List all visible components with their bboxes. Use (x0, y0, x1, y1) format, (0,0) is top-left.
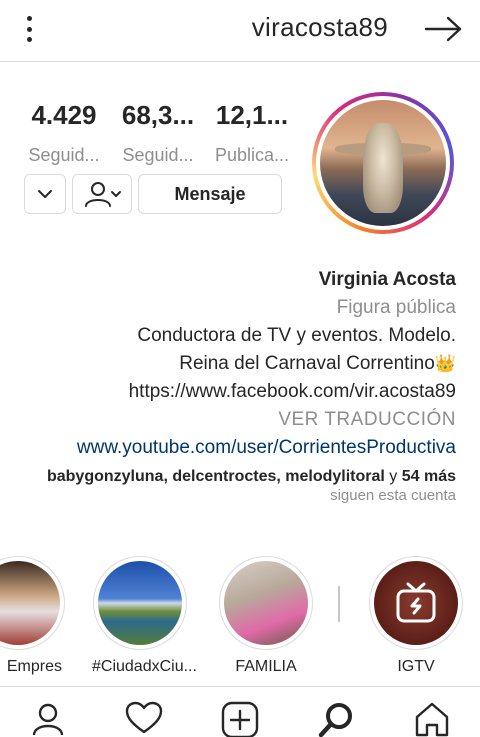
profile-category: Figura pública (336, 297, 456, 318)
highlight-ciudad-label: #CiudadxCiu... (92, 658, 197, 675)
bio-line-2: Reina del Carnaval Correntino👑 (16, 350, 456, 378)
highlight-empres-image (0, 561, 60, 645)
highlights-divider (338, 586, 340, 622)
highlight-familia[interactable]: FAMILIA (218, 556, 314, 676)
highlight-empres-label: Empres (6, 658, 62, 675)
stat-posts-count: 12,1... (215, 100, 289, 130)
website-link[interactable]: www.youtube.com/user/CorrientesProductiv… (16, 434, 456, 462)
bio-line-3: https://www.facebook.com/vir.acosta89 (128, 381, 456, 403)
profile-icon[interactable] (28, 701, 68, 737)
followed-by-subtext: siguen esta cuenta (330, 487, 456, 505)
stat-following-count: 4.429 (31, 100, 97, 130)
stat-posts[interactable]: 12,1... Publica... (214, 100, 290, 166)
highlight-igtv-image (374, 561, 458, 645)
story-highlights: Empres #CiudadxCiu... FAMILIA IGTV (0, 556, 480, 678)
see-translation-link[interactable]: VER TRADUCCIÓN (16, 406, 456, 434)
stat-followers[interactable]: 68,3... Seguid... (122, 100, 194, 166)
highlight-igtv-label: IGTV (397, 658, 435, 675)
person-following-icon (85, 182, 121, 207)
profile-stats: 4.429 Seguid... 68,3... Seguid... 12,1..… (28, 100, 290, 166)
igtv-icon (396, 582, 436, 623)
bottom-navigation (0, 686, 480, 737)
bio-line-2-text: Reina del Carnaval Correntino (179, 353, 435, 375)
heart-icon[interactable] (124, 701, 164, 737)
stat-followers-count: 68,3... (121, 100, 195, 130)
profile-full-name: Virginia Acosta (318, 269, 456, 290)
highlight-ciudad-image (98, 561, 182, 645)
crown-emoji-icon: 👑 (434, 354, 456, 373)
home-icon[interactable] (412, 701, 452, 737)
highlight-familia-label: FAMILIA (235, 658, 297, 675)
highlight-empres[interactable]: Empres (0, 556, 66, 676)
suggestions-button[interactable] (24, 174, 66, 214)
add-post-icon[interactable] (220, 701, 260, 737)
search-icon[interactable] (316, 701, 356, 737)
followed-by-names: babygonzyluna, delcentroctes, melodylito… (46, 468, 385, 486)
profile-bio: Virginia Acosta Figura pública Conductor… (16, 266, 456, 506)
highlight-ciudad[interactable]: #CiudadxCiu... (92, 556, 197, 676)
stat-followers-label: Seguid... (122, 145, 194, 165)
avatar-photo (320, 100, 446, 226)
highlight-familia-image (224, 561, 308, 645)
bio-line-1: Conductora de TV y eventos. Modelo. (137, 325, 456, 346)
followed-by-more: 54 más (401, 468, 456, 486)
highlight-igtv[interactable]: IGTV (368, 556, 464, 676)
message-button[interactable]: Mensaje (138, 174, 282, 214)
profile-avatar[interactable] (312, 92, 454, 234)
three-dots-vertical-icon[interactable] (18, 14, 40, 44)
followed-by-and: y (384, 468, 402, 486)
stat-following[interactable]: 4.429 Seguid... (28, 100, 100, 166)
stat-following-label: Seguid... (28, 145, 100, 165)
followed-by[interactable]: babygonzyluna, delcentroctes, melodylito… (16, 468, 456, 486)
top-bar: viracosta89 (0, 0, 480, 62)
arrow-right-icon[interactable] (424, 14, 464, 44)
following-button[interactable] (72, 174, 132, 214)
chevron-down-icon (38, 190, 52, 198)
profile-username: viracosta89 (251, 12, 388, 42)
stat-posts-label: Publica... (214, 145, 290, 165)
